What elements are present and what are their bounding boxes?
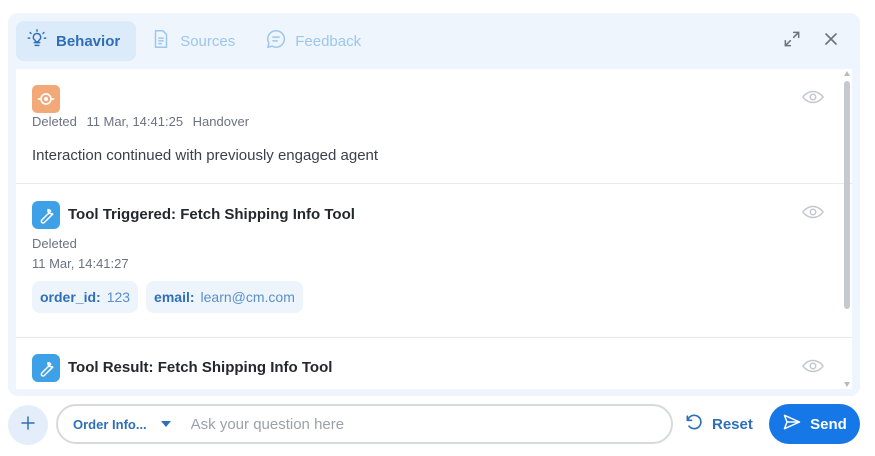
tab-behavior[interactable]: Behavior bbox=[16, 21, 137, 61]
add-button[interactable] bbox=[8, 405, 48, 445]
caret-down-icon bbox=[160, 421, 171, 427]
tab-feedback[interactable]: Feedback bbox=[255, 21, 377, 61]
wrench-icon bbox=[32, 354, 60, 382]
close-button[interactable] bbox=[818, 29, 844, 53]
eye-icon[interactable] bbox=[802, 89, 824, 105]
param-chip-email: email: learn@cm.com bbox=[146, 281, 303, 313]
tab-behavior-label: Behavior bbox=[56, 32, 121, 50]
expand-button[interactable] bbox=[779, 29, 805, 53]
document-icon bbox=[150, 28, 172, 54]
entry-title: Tool Triggered: Fetch Shipping Info Tool bbox=[68, 206, 355, 223]
chat-bubble-icon bbox=[265, 28, 287, 54]
eye-icon[interactable] bbox=[802, 358, 824, 374]
entry-timestamp: 11 Mar, 14:41:25 bbox=[86, 114, 184, 129]
entry-message: Interaction continued with previously en… bbox=[32, 147, 379, 164]
send-label: Send bbox=[810, 415, 847, 433]
wrench-icon bbox=[32, 201, 60, 229]
entry-type: Handover bbox=[192, 114, 250, 129]
selector-label: Order Info... bbox=[73, 416, 147, 432]
close-icon bbox=[821, 29, 841, 54]
plus-icon bbox=[19, 414, 37, 437]
reset-button[interactable]: Reset bbox=[684, 411, 753, 437]
composer: Order Info... Reset Send bbox=[8, 403, 860, 445]
scroll-up-arrow-icon[interactable] bbox=[844, 71, 850, 76]
scroll-thumb[interactable] bbox=[844, 81, 850, 309]
handover-avatar-icon bbox=[32, 85, 60, 113]
param-key: order_id: bbox=[40, 289, 101, 305]
send-button[interactable]: Send bbox=[769, 404, 860, 444]
scroll-down-arrow-icon[interactable] bbox=[844, 382, 850, 387]
event-log[interactable]: Deleted 11 Mar, 14:41:25 Handover Intera… bbox=[16, 69, 852, 389]
log-entry-tool-triggered: Tool Triggered: Fetch Shipping Info Tool… bbox=[16, 184, 852, 338]
entry-status: Deleted bbox=[32, 114, 77, 129]
tab-sources-label: Sources bbox=[180, 32, 236, 50]
entry-status: Deleted bbox=[32, 236, 77, 251]
log-entry-handover: Deleted 11 Mar, 14:41:25 Handover Intera… bbox=[16, 69, 852, 184]
entry-meta: Deleted 11 Mar, 14:41:25 Handover bbox=[32, 114, 255, 129]
param-chip-order-id: order_id: 123 bbox=[32, 281, 139, 313]
eye-icon[interactable] bbox=[802, 204, 824, 220]
param-value: 123 bbox=[106, 289, 131, 305]
lightbulb-icon bbox=[26, 28, 48, 54]
param-key: email: bbox=[154, 289, 195, 305]
tab-bar: Behavior Sources Feedback bbox=[16, 21, 377, 61]
context-selector[interactable]: Order Info... bbox=[61, 409, 183, 439]
question-input[interactable] bbox=[190, 409, 671, 439]
expand-icon bbox=[782, 29, 802, 54]
param-value: learn@cm.com bbox=[200, 289, 295, 305]
tab-sources[interactable]: Sources bbox=[140, 21, 251, 61]
send-icon bbox=[782, 412, 802, 436]
entry-title: Tool Result: Fetch Shipping Info Tool bbox=[68, 359, 333, 376]
reset-label: Reset bbox=[712, 415, 753, 433]
param-chips: order_id: 123 email: learn@cm.com bbox=[32, 281, 303, 313]
log-entry-tool-result: Tool Result: Fetch Shipping Info Tool bbox=[16, 338, 852, 389]
scrollbar[interactable] bbox=[842, 69, 852, 389]
undo-icon bbox=[684, 412, 704, 436]
question-input-box: Order Info... bbox=[56, 404, 673, 444]
entry-timestamp: 11 Mar, 14:41:27 bbox=[32, 256, 129, 271]
tab-feedback-label: Feedback bbox=[295, 32, 362, 50]
